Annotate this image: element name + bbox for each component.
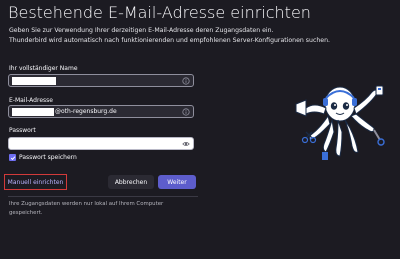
- name-label: Ihr vollständiger Name: [9, 65, 78, 72]
- info-icon[interactable]: [182, 108, 190, 116]
- email-redacted-local: [12, 108, 54, 116]
- intro-line-1: Geben Sie zur Verwendung Ihrer derzeitig…: [9, 27, 274, 34]
- divider: [8, 196, 198, 197]
- cancel-button[interactable]: Abbrechen: [108, 175, 154, 189]
- check-icon: [10, 155, 15, 160]
- intro-line-2: Thunderbird wird automatisch nach funkti…: [9, 37, 330, 44]
- email-field[interactable]: @oth-regensburg.de: [8, 105, 194, 118]
- remember-password-label[interactable]: Passwort speichern: [19, 154, 77, 161]
- email-domain-text: @oth-regensburg.de: [55, 108, 117, 115]
- password-field[interactable]: [8, 137, 194, 150]
- remember-password-checkbox[interactable]: [9, 154, 16, 161]
- manual-setup-button[interactable]: Manuell einrichten: [4, 174, 67, 190]
- name-redacted-value: [12, 77, 56, 85]
- page-title: Bestehende E-Mail-Adresse einrichten: [8, 3, 311, 22]
- eye-icon[interactable]: [182, 140, 190, 148]
- email-label: E-Mail-Adresse: [9, 97, 53, 104]
- info-icon[interactable]: [182, 77, 190, 85]
- intro-text: Geben Sie zur Verwendung Ihrer derzeitig…: [9, 26, 339, 46]
- local-storage-note: Ihre Zugangsdaten werden nur lokal auf I…: [9, 201, 164, 216]
- next-button[interactable]: Weiter: [158, 175, 196, 189]
- name-field[interactable]: [8, 74, 194, 87]
- password-label: Passwort: [9, 127, 36, 134]
- octopus-mascot-illustration: [295, 85, 385, 160]
